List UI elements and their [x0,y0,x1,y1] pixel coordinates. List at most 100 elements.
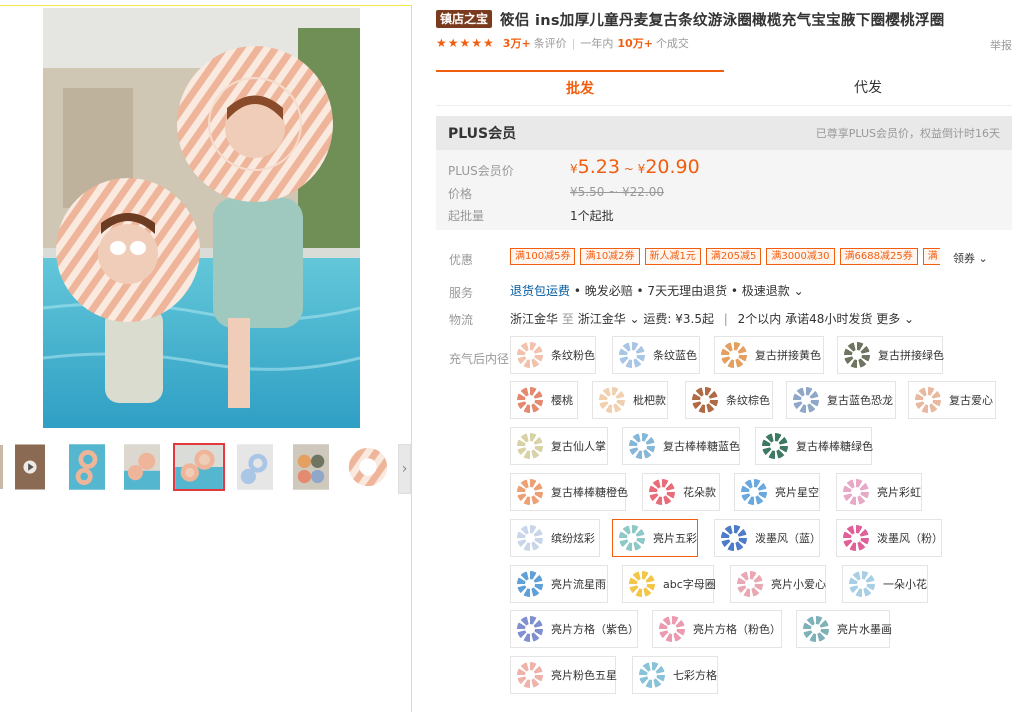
swatch-ring-icon [721,342,747,368]
option-swatch[interactable]: 复古仙人掌 [510,427,608,465]
divider: | [723,312,728,326]
min-order-label: 起批量 [448,209,485,223]
option-swatch[interactable]: 复古棒棒糖绿色 [755,427,873,465]
option-swatch[interactable]: 亮片方格（粉色） [652,610,782,648]
option-swatch[interactable]: 花朵款 [642,473,720,511]
plus-price-high: 20.90 [645,156,700,178]
thumbnail[interactable] [236,443,274,491]
option-swatch[interactable]: 复古爱心 [908,381,996,419]
thumbnail-strip [0,443,412,495]
coupon[interactable]: 新人减1元 [644,248,701,265]
thumbnail[interactable] [344,443,392,491]
swatch-ring-icon [517,616,543,642]
service-terms[interactable]: • 晚发必赔 • 7天无理由退货 • 极速退款 ⌄ [570,284,804,298]
thumbnail[interactable] [292,443,330,491]
option-swatch[interactable]: 亮片方格（紫色） [510,610,639,648]
thumbnail-next-arrow[interactable]: › [398,444,411,494]
thumbnail[interactable] [123,443,161,491]
swatch-ring-icon [649,479,675,505]
swatch-ring-icon [629,571,655,597]
option-swatch[interactable]: 条纹棕色 [685,381,773,419]
option-swatch[interactable]: 枇杷款 [592,381,668,419]
coupon[interactable]: 满6688减25券 [839,248,918,265]
return-shipping-link[interactable]: 退货包运费 [510,284,570,298]
swatch-ring-icon [517,433,543,459]
option-swatch[interactable]: 缤纷炫彩 [510,519,600,557]
option-swatch[interactable]: 亮片彩虹 [836,473,922,511]
coupon[interactable]: 满 [922,248,940,265]
video-thumbnail[interactable] [14,443,46,491]
coupon[interactable]: 满10减2券 [580,248,640,265]
tab-dropship[interactable]: 代发 [724,70,1012,105]
swatch-ring-icon [659,616,685,642]
options-label: 充气后内径 [449,352,510,366]
option-swatch[interactable]: 樱桃 [510,381,578,419]
shop-badge: 镇店之宝 [436,10,493,28]
thumbnail-selected[interactable] [173,443,225,491]
option-swatch-selected[interactable]: 亮片五彩 [612,519,698,557]
swatch-ring-icon [517,525,543,551]
option-swatch[interactable]: 亮片水墨画 [796,610,892,648]
service-label: 服务 [449,286,474,300]
min-order-value: 1个起批 [570,209,614,223]
option-swatch[interactable]: 亮片粉色五星 [510,656,617,694]
swatch-ring-icon [843,525,869,551]
option-swatch[interactable]: 条纹粉色 [510,336,596,374]
option-swatch[interactable]: 复古棒棒糖蓝色 [622,427,740,465]
swatch-ring-icon [517,662,543,688]
option-swatch[interactable]: 条纹蓝色 [612,336,700,374]
ship-from: 浙江金华 [510,312,559,326]
swatch-ring-icon [843,479,869,505]
option-swatch[interactable]: abc字母圈 [622,565,716,603]
option-swatch[interactable]: 一朵小花 [842,565,928,603]
swatch-ring-icon [599,387,625,413]
delivery-promise: 2个以内 承诺48小时发货 [737,312,873,326]
plus-header: PLUS会员 已尊享PLUS会员价，权益倒计时16天 [436,116,1012,150]
coupon[interactable]: 满205减5 [705,248,762,265]
review-label[interactable]: 条评价 [534,35,567,51]
title-row: 镇店之宝 筱侣 ins加厚儿童丹麦复古条纹游泳圈橄榄充气宝宝腋下圈樱桃浮圈 [436,8,1016,30]
swatch-ring-icon [517,342,543,368]
swatch-ring-icon [849,571,875,597]
option-swatch[interactable]: 泼墨风（粉） [836,519,943,557]
thumbnail[interactable] [68,443,106,491]
option-swatch[interactable]: 亮片流星雨 [510,565,608,603]
swatch-ring-icon [721,525,747,551]
swatch-ring-icon [619,342,645,368]
option-swatch[interactable]: 复古拼接绿色 [837,336,944,374]
ship-to-selector[interactable]: 浙江金华 ⌄ [578,312,640,326]
thumbnail[interactable] [0,443,4,491]
swatch-ring-icon [737,571,763,597]
service-info: 退货包运费 • 晚发必赔 • 7天无理由退货 • 极速退款 ⌄ [510,282,804,299]
coupon[interactable]: 满100减5券 [510,248,576,265]
logistics-label: 物流 [449,313,474,327]
get-coupon-button[interactable]: 领券 ⌄ [953,250,988,266]
option-swatch[interactable]: 复古棒棒糖橙色 [510,473,628,511]
swatch-ring-icon [517,479,543,505]
swatch-ring-icon [793,387,819,413]
option-swatch[interactable]: 亮片星空 [734,473,820,511]
swatch-ring-icon [629,433,655,459]
to-word: 至 [561,312,574,326]
review-count[interactable]: 3万+ [503,35,531,51]
more-logistics[interactable]: 更多 ⌄ [876,312,914,326]
option-swatch[interactable]: 泼墨风（蓝） [714,519,821,557]
option-swatch[interactable]: 七彩方格 [632,656,718,694]
product-title: 筱侣 ins加厚儿童丹麦复古条纹游泳圈橄榄充气宝宝腋下圈樱桃浮圈 [500,12,945,29]
plus-price-range: ¥5.23 ~ ¥20.90 [570,156,700,178]
swatch-ring-icon [741,479,767,505]
purchase-mode-tabs: 批发 代发 [436,70,1012,106]
divider: | [571,36,576,50]
rating-row: ★★★★★ 3万+ 条评价 | 一年内 10万+ 个成交 举报 [436,34,1012,52]
tab-wholesale[interactable]: 批发 [436,70,724,105]
swatch-ring-icon [844,342,870,368]
main-product-image[interactable] [43,8,360,428]
report-link[interactable]: 举报 [990,37,1012,53]
plus-countdown-note[interactable]: 已尊享PLUS会员价，权益倒计时16天 [816,125,1000,141]
coupon[interactable]: 满3000减30 [766,248,835,265]
original-price: ¥5.50 ~ ¥22.00 [570,185,665,199]
option-swatch[interactable]: 亮片小爱心 [730,565,826,603]
option-swatch[interactable]: 复古拼接黄色 [714,336,824,374]
sales-period: 一年内 [580,37,614,50]
option-swatch[interactable]: 复古蓝色恐龙 [786,381,896,419]
